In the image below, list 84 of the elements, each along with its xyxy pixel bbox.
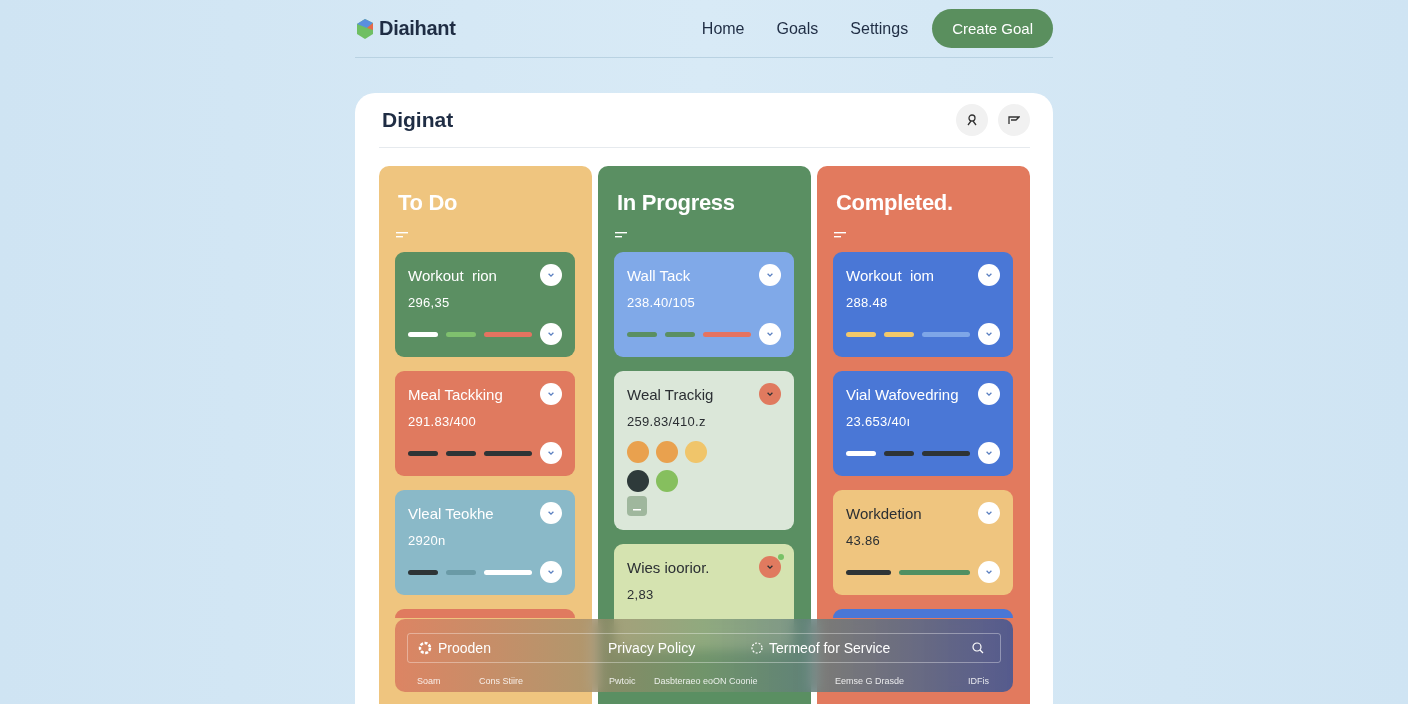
chevron-icon [766, 563, 774, 571]
minus-icon [633, 508, 641, 511]
chevron-button[interactable] [540, 323, 562, 345]
card-value: 2920n [408, 533, 447, 548]
chevron-icon [547, 568, 555, 576]
nav-link[interactable]: Settings [850, 19, 909, 38]
card-value: 238.40/105 [627, 295, 697, 310]
goal-card[interactable] [395, 609, 575, 618]
flag-button[interactable] [998, 104, 1030, 136]
chevron-button[interactable] [540, 264, 562, 286]
chevron-icon [547, 449, 555, 457]
chevron-button[interactable] [978, 264, 1000, 286]
menu-icon[interactable] [834, 232, 846, 238]
flag-icon [1008, 115, 1020, 125]
chevron-button[interactable] [978, 442, 1000, 464]
chevron-icon [766, 390, 774, 398]
column-title: To Do [398, 190, 459, 216]
card-title: Wall Tack [627, 266, 691, 284]
chevron-icon [985, 568, 993, 576]
card-value: 43.86 [846, 533, 882, 548]
user-icon [966, 114, 978, 126]
footer-text: Cons Stiire [479, 676, 524, 686]
chevron-button[interactable] [759, 264, 781, 286]
card-value: 23.653/40ı [846, 414, 912, 429]
card-title: Workout rion [408, 266, 497, 284]
goal-card[interactable]: Weal Trackig 259.83/410.z [614, 371, 794, 530]
chevron-icon [766, 330, 774, 338]
user-button[interactable] [956, 104, 988, 136]
card-title: Vleal Teokhe [408, 504, 494, 522]
footer-text: Dasbteraeo eoON Coonie [654, 676, 759, 686]
logo-text: Diaihant [379, 17, 456, 40]
flower-icon [418, 641, 432, 655]
chevron-button[interactable] [759, 323, 781, 345]
footer-text: Pwtoic [609, 676, 637, 686]
chevron-icon [547, 271, 555, 279]
menu-icon[interactable] [615, 232, 627, 238]
chevron-icon [985, 390, 993, 398]
chevron-icon [985, 271, 993, 279]
logo-icon [355, 17, 375, 40]
chevron-icon [547, 330, 555, 338]
goal-card[interactable]: Vial Wafovedring 23.653/40ı [833, 371, 1013, 476]
chevron-icon [547, 390, 555, 398]
card-title: Wies ioorior. [627, 558, 710, 576]
chevron-button[interactable] [540, 383, 562, 405]
chevron-button[interactable] [540, 561, 562, 583]
minus-button[interactable] [627, 496, 647, 516]
card-value: 288.48 [846, 295, 889, 310]
nav-link[interactable]: Home [701, 19, 745, 38]
search-icon[interactable] [972, 642, 984, 654]
goal-card[interactable]: Workout rion 296,35 [395, 252, 575, 357]
chevron-icon [985, 509, 993, 517]
card-title: Workdetion [846, 504, 922, 522]
chevron-icon [766, 271, 774, 279]
loading-icon [751, 642, 763, 654]
nav-link[interactable]: Goals [776, 19, 819, 38]
card-title: Weal Trackig [627, 385, 714, 403]
column-title: Completed. [836, 190, 954, 216]
goal-card[interactable]: Meal Tackking 291.83/400 [395, 371, 575, 476]
board-title: Diginat [382, 108, 454, 132]
chevron-icon [985, 330, 993, 338]
column-title: In Progress [617, 190, 736, 216]
card-title: Meal Tackking [408, 385, 503, 403]
footer-text: IDFis [968, 676, 990, 686]
chevron-icon [547, 509, 555, 517]
chevron-button[interactable] [540, 502, 562, 524]
create-goal-button[interactable]: Create Goal [932, 9, 1053, 48]
chevron-button[interactable] [978, 323, 1000, 345]
card-value: 296,35 [408, 295, 451, 310]
chevron-button[interactable] [759, 556, 781, 578]
menu-icon[interactable] [396, 232, 408, 238]
chevron-icon [985, 449, 993, 457]
card-value: 291.83/400 [408, 414, 478, 429]
footer-text: Eemse G Drasde [835, 676, 906, 686]
card-value: 2,83 [627, 587, 655, 602]
chevron-button[interactable] [978, 383, 1000, 405]
card-title: Vial Wafovedring [846, 385, 959, 403]
footer-link[interactable]: Prooden [438, 640, 491, 656]
card-title: Workout iom [846, 266, 935, 284]
chevron-button[interactable] [759, 383, 781, 405]
goal-card[interactable]: Wall Tack 238.40/105 [614, 252, 794, 357]
chevron-button[interactable] [540, 442, 562, 464]
card-value: 259.83/410.z [627, 414, 707, 429]
footer-text: Soam [417, 676, 442, 686]
goal-card[interactable]: Workout iom 288.48 [833, 252, 1013, 357]
